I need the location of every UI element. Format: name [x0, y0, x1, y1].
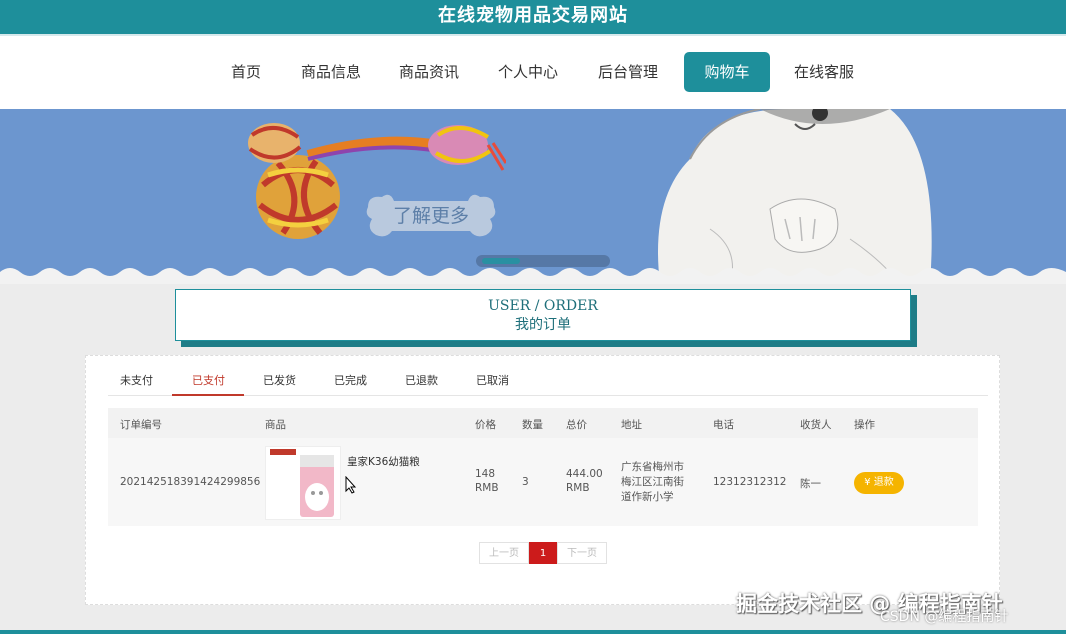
order-status-tabs: 未支付 已支付 已发货 已完成 已退款 已取消 [108, 366, 988, 396]
quantity: 3 [522, 476, 529, 488]
table-header: 订单编号 商品 价格 数量 总价 地址 电话 收货人 操作 [108, 408, 978, 438]
address-line-1: 广东省梅州市 [621, 461, 684, 473]
orders-panel: 未支付 已支付 已发货 已完成 已退款 已取消 订单编号 商品 价格 数量 总价… [85, 355, 1000, 605]
nav-news[interactable]: 商品资讯 [399, 52, 459, 92]
col-product: 商品 [265, 419, 286, 431]
total-value: 444.00 [566, 468, 603, 480]
col-address: 地址 [621, 419, 642, 431]
nav-home[interactable]: 首页 [231, 52, 261, 92]
nav-admin[interactable]: 后台管理 [598, 52, 658, 92]
address: 广东省梅州市 梅江区江南街 道作新小学 [621, 460, 684, 505]
tab-shipped[interactable]: 已发货 [263, 372, 296, 396]
tab-paid[interactable]: 已支付 [172, 372, 244, 396]
mouse-cursor-icon [345, 476, 357, 494]
order-header-en: USER / ORDER [488, 298, 598, 314]
main-nav: 首页 商品信息 商品资讯 个人中心 后台管理 购物车 在线客服 [0, 34, 1066, 109]
footer-bar [0, 630, 1066, 634]
carousel-indicator[interactable] [476, 255, 610, 267]
nav-customer-service[interactable]: 在线客服 [794, 52, 854, 92]
product-image[interactable] [265, 446, 341, 520]
yen-icon: ¥ [864, 477, 871, 488]
tab-refunded[interactable]: 已退款 [405, 372, 438, 396]
product-name[interactable]: 皇家K36幼猫粮 [347, 454, 420, 469]
nav-user-center[interactable]: 个人中心 [498, 52, 558, 92]
total-unit: RMB [566, 482, 590, 494]
cat-illustration [658, 109, 932, 284]
col-phone: 电话 [713, 419, 734, 431]
price-unit: RMB [475, 482, 499, 494]
col-order-no: 订单编号 [120, 419, 162, 431]
col-price: 价格 [475, 419, 496, 431]
refund-label: 退款 [873, 477, 894, 488]
address-line-2: 梅江区江南街 [621, 476, 684, 488]
tab-cancelled[interactable]: 已取消 [476, 372, 509, 396]
price: 148 RMB [475, 468, 499, 494]
col-receiver: 收货人 [800, 419, 832, 431]
next-page-button[interactable]: 下一页 [557, 542, 607, 564]
carousel-dot-active[interactable] [482, 258, 520, 264]
col-total: 总价 [566, 419, 587, 431]
order-no: 20214251839142429985​6 [120, 476, 261, 488]
learn-more-label: 了解更多 [392, 205, 469, 227]
nav-cart[interactable]: 购物车 [684, 52, 770, 92]
refund-button[interactable]: ¥ 退款 [854, 472, 904, 494]
nav-products[interactable]: 商品信息 [301, 52, 361, 92]
cat-food-bag-icon [266, 447, 340, 519]
tab-unpaid[interactable]: 未支付 [120, 372, 153, 396]
orders-table: 订单编号 商品 价格 数量 总价 地址 电话 收货人 操作 2021425183… [108, 408, 978, 526]
site-header: 在线宠物用品交易网站 [0, 0, 1066, 34]
prev-page-button[interactable]: 上一页 [479, 542, 529, 564]
total: 444.00 RMB [566, 468, 603, 494]
receiver: 陈一 [800, 478, 821, 490]
col-action: 操作 [854, 419, 875, 431]
address-line-3: 道作新小学 [621, 491, 674, 503]
site-title: 在线宠物用品交易网站 [438, 5, 628, 26]
learn-more-button[interactable]: 了解更多 [364, 189, 498, 241]
tab-completed[interactable]: 已完成 [334, 372, 367, 396]
table-row: 20214251839142429985​6 皇家K36幼猫粮 148 RMB … [108, 438, 978, 526]
phone: 12312312312 [713, 476, 787, 488]
watermark-csdn: CSDN @编程指南针 [880, 609, 1009, 625]
col-qty: 数量 [522, 419, 543, 431]
order-section-header: USER / ORDER 我的订单 [175, 289, 911, 341]
banner-carousel[interactable]: 了解更多 [0, 109, 1066, 284]
price-value: 148 [475, 468, 496, 480]
order-header-cn: 我的订单 [515, 317, 571, 333]
page-1-button[interactable]: 1 [529, 542, 557, 564]
